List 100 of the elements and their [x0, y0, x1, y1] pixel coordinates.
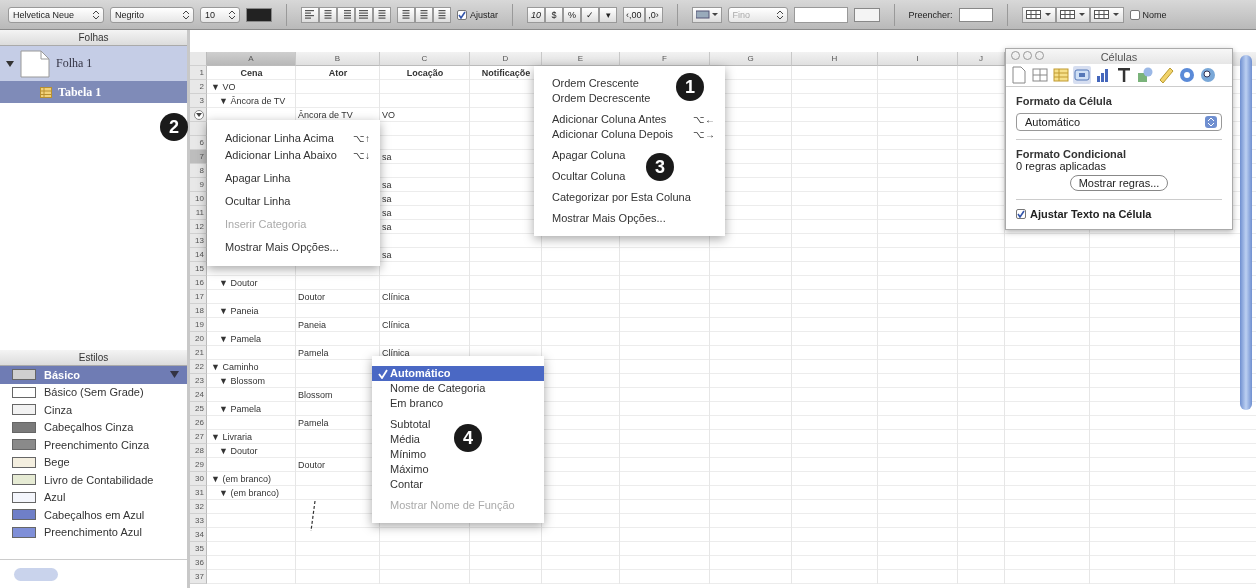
row-number[interactable]: 35	[190, 542, 207, 556]
style-item[interactable]: Básico (Sem Grade)	[0, 383, 187, 401]
row-number[interactable]: 9	[190, 178, 207, 192]
row-number[interactable]: 7	[190, 150, 207, 164]
style-select[interactable]: Negrito	[110, 6, 194, 23]
row-number[interactable]: 14	[190, 248, 207, 262]
row-number[interactable]: 27	[190, 430, 207, 444]
font-size-field[interactable]: 10	[200, 6, 240, 23]
text-icon[interactable]	[1115, 66, 1133, 84]
border-select[interactable]	[691, 6, 722, 23]
menu-item[interactable]: Máximo	[372, 462, 439, 477]
row-number[interactable]	[190, 108, 207, 122]
style-item[interactable]: Preenchimento Azul	[0, 523, 187, 541]
style-item[interactable]: Cinza	[0, 401, 187, 419]
magnifier-icon[interactable]	[1199, 66, 1217, 84]
row-number[interactable]: 15	[190, 262, 207, 276]
format-button[interactable]: %	[563, 6, 581, 23]
row-number[interactable]: 32	[190, 500, 207, 514]
disclosure-triangle-icon[interactable]	[6, 59, 14, 68]
menu-item[interactable]: Automático	[372, 366, 544, 381]
menu-item[interactable]: Categorizar por Esta Coluna	[534, 190, 701, 205]
wrap-text-checkbox[interactable]	[1016, 209, 1026, 219]
format-button[interactable]: $	[545, 6, 563, 23]
row-number[interactable]: 28	[190, 444, 207, 458]
row-number[interactable]: 24	[190, 388, 207, 402]
row-number[interactable]: 37	[190, 570, 207, 584]
row-number[interactable]: 17	[190, 290, 207, 304]
row-number[interactable]: 29	[190, 458, 207, 472]
caret-icon[interactable]	[170, 371, 179, 378]
sheet-item[interactable]: Folha 1	[0, 46, 187, 81]
column-header[interactable]: A	[207, 52, 296, 66]
style-item[interactable]: Cabeçalhos em Azul	[0, 506, 187, 524]
align-top-icon[interactable]	[397, 6, 415, 23]
row-number[interactable]: 36	[190, 556, 207, 570]
column-header[interactable]: G	[710, 52, 792, 66]
style-item[interactable]: Bege	[0, 453, 187, 471]
style-item[interactable]: Preenchimento Cinza	[0, 436, 187, 454]
menu-item[interactable]: Adicionar Coluna Antes ⌥←	[534, 112, 725, 127]
row-number[interactable]: 25	[190, 402, 207, 416]
color-wheel-icon[interactable]	[1178, 66, 1196, 84]
align-bottom-icon[interactable]	[433, 6, 451, 23]
menu-item[interactable]: Média	[372, 432, 430, 447]
row-number[interactable]: 33	[190, 514, 207, 528]
align-left-icon[interactable]	[301, 6, 319, 23]
style-item[interactable]: Básico	[0, 366, 187, 384]
menu-item[interactable]: Adicionar Linha Abaixo ⌥↓	[207, 147, 380, 164]
row-number[interactable]: 6	[190, 136, 207, 150]
font-select[interactable]: Helvetica Neue	[8, 6, 104, 23]
menu-item[interactable]: Apagar Linha	[207, 170, 301, 187]
row-number[interactable]: 26	[190, 416, 207, 430]
style-item[interactable]: Cabeçalhos Cinza	[0, 418, 187, 436]
row-number[interactable]: 20	[190, 332, 207, 346]
row-number[interactable]: 23	[190, 374, 207, 388]
name-checkbox[interactable]	[1129, 9, 1140, 20]
menu-item[interactable]: Ocultar Linha	[207, 193, 301, 210]
format-button[interactable]: ▾	[599, 6, 617, 23]
scrollbar[interactable]	[1240, 55, 1252, 410]
text-color-well[interactable]	[246, 7, 272, 22]
row-menu-button[interactable]	[194, 109, 204, 120]
footer-rows-icon[interactable]	[1089, 6, 1124, 23]
wrap-checkbox[interactable]	[457, 9, 467, 20]
row-number[interactable]: 21	[190, 346, 207, 360]
menu-item[interactable]: Mostrar Mais Opções...	[534, 211, 676, 226]
column-header[interactable]: C	[380, 52, 470, 66]
fill-color-well[interactable]	[958, 7, 993, 22]
style-item[interactable]: Azul	[0, 488, 187, 506]
row-number[interactable]: 34	[190, 528, 207, 542]
align-middle-icon[interactable]	[415, 6, 433, 23]
row-number[interactable]: 11	[190, 206, 207, 220]
row-number[interactable]: 12	[190, 220, 207, 234]
row-number[interactable]: 2	[190, 80, 207, 94]
auto-align-icon[interactable]	[373, 6, 391, 23]
cell-format-icon[interactable]	[1073, 66, 1091, 84]
row-number[interactable]: 30	[190, 472, 207, 486]
row-number[interactable]: 13	[190, 234, 207, 248]
menu-item[interactable]: Contar	[372, 477, 434, 492]
column-header[interactable]: D	[470, 52, 542, 66]
column-header[interactable]: J	[958, 52, 1005, 66]
header-rows-icon[interactable]	[1021, 6, 1056, 23]
line-color-well[interactable]	[853, 7, 880, 22]
decimal-button[interactable]: ‹,00	[623, 6, 645, 23]
row-number[interactable]: 3	[190, 94, 207, 108]
column-header[interactable]: E	[542, 52, 620, 66]
row-number[interactable]: 22	[190, 360, 207, 374]
align-center-icon[interactable]	[319, 6, 337, 23]
menu-item[interactable]: Ocultar Coluna	[534, 169, 636, 184]
menu-item[interactable]: Subtotal	[372, 417, 441, 432]
style-item[interactable]: Livro de Contabilidade	[0, 471, 187, 489]
row-number[interactable]: 19	[190, 318, 207, 332]
line-width-field[interactable]	[793, 6, 848, 23]
menu-item[interactable]: Adicionar Coluna Depois ⌥→	[534, 127, 725, 142]
column-header[interactable]: B	[296, 52, 380, 66]
column-header[interactable]: H	[792, 52, 878, 66]
menu-item[interactable]: Ordem Crescente	[534, 76, 649, 91]
menu-item[interactable]: Adicionar Linha Acima ⌥↑	[207, 130, 380, 147]
column-header[interactable]: I	[878, 52, 958, 66]
row-number[interactable]: 1	[190, 66, 207, 80]
format-button[interactable]: 10	[527, 6, 545, 23]
format-button[interactable]: ✓	[581, 6, 599, 23]
row-number[interactable]: 31	[190, 486, 207, 500]
